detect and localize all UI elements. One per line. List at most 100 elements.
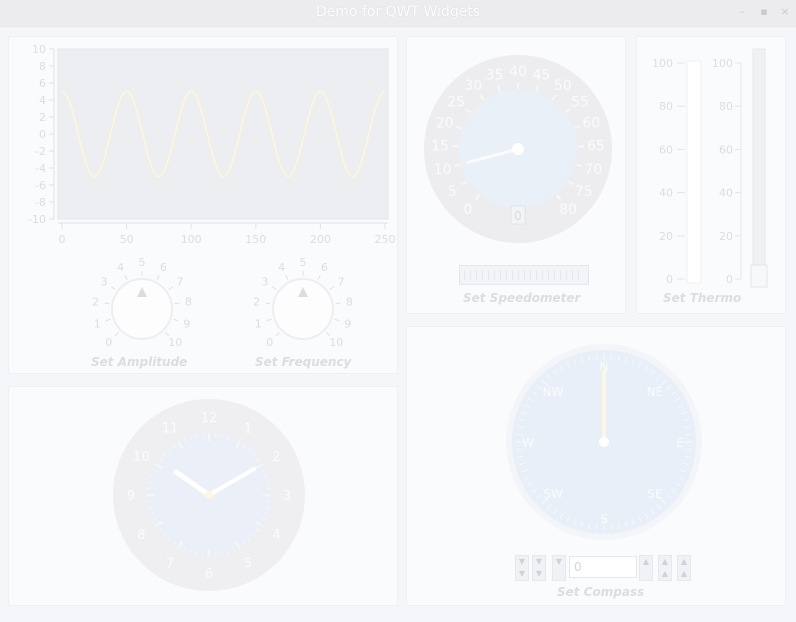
compass-step-up-small[interactable]: ▲ — [639, 555, 653, 581]
speedometer-panel: 0 5 10 15 20 25 30 35 40 45 50 55 60 65 70 75 80 0 Set S… — [406, 36, 626, 314]
thermo-right-label: 0 — [726, 273, 733, 286]
speedometer-scale-label: 20 — [436, 115, 454, 131]
amplitude-knob[interactable]: 01 234 5 678 910 — [82, 256, 202, 357]
window-title: Demo for QWT Widgets — [315, 4, 481, 20]
knob-scale-label: 3 — [261, 275, 268, 288]
clock-number: 5 — [244, 557, 252, 572]
x-tick-label: 200 — [310, 233, 331, 246]
close-icon[interactable]: × — [777, 4, 793, 20]
plot-canvas — [57, 48, 389, 220]
compass-step-down-small[interactable]: ▼ — [552, 555, 566, 581]
y-tick-label: -10 — [28, 213, 46, 226]
knob-tick — [334, 318, 340, 322]
knob-tick — [110, 286, 116, 291]
compass-tick — [610, 354, 613, 361]
compass-tick — [595, 354, 598, 361]
speedometer-scale-label: 70 — [584, 162, 602, 178]
frequency-knob[interactable]: 01 234 5 678 910 — [243, 256, 363, 357]
thermo-left-label: 60 — [659, 143, 673, 156]
speedometer-readout: 0 — [514, 209, 522, 223]
knob-scale-label: 10 — [329, 336, 343, 349]
compass-tick — [595, 523, 598, 530]
y-tick-label: 6 — [39, 77, 46, 90]
clock-number: 9 — [127, 489, 135, 504]
clock-number: 1 — [244, 421, 252, 436]
y-tick-label: 10 — [32, 43, 46, 56]
compass-step-down-medium[interactable]: ▼ ▼ — [532, 555, 546, 581]
thermo-slider-handle[interactable] — [750, 264, 768, 288]
y-tick-label: -8 — [35, 196, 46, 209]
knob-scale-label: 0 — [266, 336, 273, 349]
knob-tick — [168, 286, 174, 291]
knob-tick — [114, 331, 120, 337]
knob-tick — [275, 331, 281, 337]
compass-step-up-large[interactable]: ▲ ▲ — [677, 555, 691, 581]
analog-clock: 121234567891011 — [113, 399, 305, 591]
compass-step-down-large[interactable]: ▼ ▼ — [515, 555, 529, 581]
speedometer-slider[interactable] — [459, 265, 589, 285]
compass-label: NE — [647, 385, 664, 399]
knob-scale-label: 7 — [338, 275, 345, 288]
y-tick-label: -4 — [35, 162, 46, 175]
speedometer-scale-label: 60 — [582, 115, 600, 131]
thermo-right-label: 40 — [719, 187, 733, 200]
knob-scale-label: 6 — [321, 261, 328, 274]
compass-step-up-medium[interactable]: ▲ ▲ — [658, 555, 672, 581]
maximize-icon[interactable]: ▪ — [756, 4, 772, 20]
knob-tick — [329, 286, 335, 291]
compass-tick — [516, 433, 523, 436]
minimize-icon[interactable]: – — [734, 4, 750, 20]
compass-label: NW — [543, 385, 564, 399]
thermo-right-label: 20 — [719, 230, 733, 243]
clock-panel: 12 1 2 3 4 5 6 7 8 9 10 11 — [8, 386, 398, 606]
speedometer-caption: Set Speedometer — [463, 291, 581, 305]
thermo-tube — [686, 60, 702, 284]
thermo-right-label: 60 — [719, 143, 733, 156]
knob-scale-label: 7 — [177, 275, 184, 288]
speedometer-scale-label: 25 — [447, 95, 465, 111]
knob-scale-label: 9 — [183, 318, 190, 331]
clock-number: 11 — [162, 421, 179, 436]
clock-number: 7 — [166, 557, 174, 572]
thermo-slider-track — [752, 48, 766, 288]
speedometer-scale-label: 50 — [554, 78, 572, 94]
thermo-left-label: 40 — [659, 187, 673, 200]
knob-scale-label: 8 — [185, 296, 192, 309]
y-tick-label: 8 — [39, 60, 46, 73]
clock-number: 6 — [205, 567, 213, 582]
thermo-left-label: 0 — [666, 273, 673, 286]
knob-tick — [105, 318, 111, 322]
knob-tick — [124, 274, 128, 280]
x-tick-label: 150 — [245, 233, 266, 246]
compass-value-input[interactable] — [569, 556, 637, 578]
clock-number: 2 — [272, 450, 280, 465]
clock-number: 8 — [137, 528, 145, 543]
thermo-left-label: 20 — [659, 230, 673, 243]
knob-tick — [173, 318, 179, 322]
y-tick-label: -6 — [35, 179, 46, 192]
speedometer-scale-label: 40 — [509, 64, 527, 80]
amplitude-caption: Set Amplitude — [91, 355, 188, 369]
speedometer-slider-ticks — [464, 270, 584, 280]
speedometer-scale-label: 45 — [533, 68, 551, 84]
speedometer-dial[interactable]: 05101520253035 40 4550556065707580 0 — [407, 37, 627, 267]
x-tick-label: 250 — [375, 233, 396, 246]
knob-tick — [156, 274, 160, 280]
x-tick-label: 0 — [59, 233, 66, 246]
knob-scale-label: 4 — [278, 261, 285, 274]
clock-number: 10 — [133, 450, 150, 465]
thermo-left-label: 80 — [659, 100, 673, 113]
sine-plot: 10 8 6 4 2 0 -2 -4 -6 -8 -10 0 50 100 150 200 250 — [28, 43, 396, 246]
knob-tick — [317, 274, 321, 280]
clock-number: 3 — [283, 489, 291, 504]
compass-tick — [685, 448, 692, 451]
thermo-panel: 100 80 60 40 20 0 100 80 60 40 20 0 Set Thermo — [636, 36, 786, 314]
knob-scale-label: 4 — [117, 261, 124, 274]
compass-dial[interactable]: NNEESESSWWNW — [407, 327, 787, 557]
knob-scale-label: 3 — [100, 275, 107, 288]
compass-hub — [599, 437, 609, 447]
title-bar: Demo for QWT Widgets – ▪ × — [0, 0, 796, 27]
thermo-right-label: 80 — [719, 100, 733, 113]
knob-scale-label: 9 — [344, 318, 351, 331]
knob-scale-label: 2 — [253, 296, 260, 309]
